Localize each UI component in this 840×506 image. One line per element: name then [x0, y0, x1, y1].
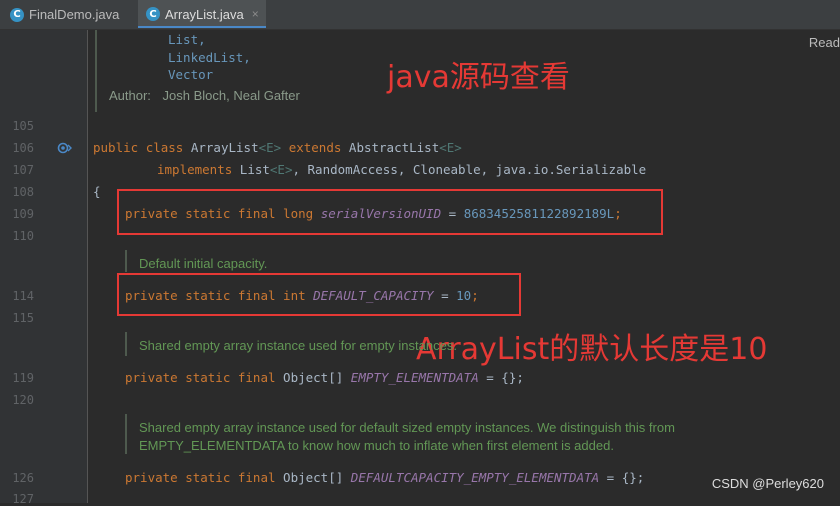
doc-default-sized-line1: Shared empty array instance used for def…: [139, 420, 675, 435]
line-number: 108: [12, 185, 34, 199]
implemented-method-icon[interactable]: [57, 141, 73, 155]
gutter-divider: [87, 30, 88, 503]
line-number: 110: [12, 229, 34, 243]
line-number: 115: [12, 311, 34, 325]
doc-comment-bar: [125, 332, 127, 356]
doc-see-vector[interactable]: Vector: [168, 67, 213, 82]
line-number: 106: [12, 141, 34, 155]
tab-label: FinalDemo.java: [29, 7, 120, 22]
watermark: CSDN @Perley620: [711, 476, 824, 491]
close-icon[interactable]: ×: [252, 7, 259, 21]
open-brace: {: [93, 184, 101, 199]
implements-clause: implements List<E>, RandomAccess, Clonea…: [157, 162, 647, 177]
doc-author: Author: Josh Bloch, Neal Gafter: [109, 88, 300, 103]
empty-elementdata-field: private static final Object[] EMPTY_ELEM…: [125, 370, 524, 385]
annotation-title: java源码查看: [387, 60, 570, 95]
highlight-box-default-capacity: [117, 273, 521, 316]
doc-comment-bar: [125, 250, 127, 272]
line-number: 114: [12, 289, 34, 303]
line-number: 109: [12, 207, 34, 221]
highlight-box-serial: [117, 189, 663, 235]
doc-default-sized-line2: EMPTY_ELEMENTDATA to know how much to in…: [139, 438, 614, 453]
line-number: 120: [12, 393, 34, 407]
doc-see-list[interactable]: List,: [168, 32, 206, 47]
line-number: 105: [12, 119, 34, 133]
line-number: 126: [12, 471, 34, 485]
doc-comment-bar: [125, 414, 127, 454]
annotation-default-length: ArrayList的默认长度是10: [416, 332, 768, 367]
java-class-icon: C: [10, 7, 24, 22]
line-number-gutter: [0, 30, 88, 503]
tab-finaldemo[interactable]: C FinalDemo.java: [10, 0, 119, 29]
line-number: 107: [12, 163, 34, 177]
doc-default-capacity: Default initial capacity.: [139, 256, 268, 271]
doc-empty-shared: Shared empty array instance used for emp…: [139, 338, 457, 353]
reader-mode-toggle[interactable]: Read: [809, 35, 840, 50]
tab-arraylist[interactable]: C ArrayList.java ×: [138, 0, 266, 28]
class-declaration: public class ArrayList<E> extends Abstra…: [93, 140, 462, 155]
doc-see-linkedlist[interactable]: LinkedList,: [168, 50, 251, 65]
line-number: 119: [12, 371, 34, 385]
defaultcapacity-empty-elementdata-field: private static final Object[] DEFAULTCAP…: [125, 470, 645, 485]
author-label: Author:: [109, 88, 151, 103]
editor-tab-bar: C FinalDemo.java C ArrayList.java ×: [0, 0, 840, 30]
line-number: 127: [12, 492, 34, 506]
doc-comment-bar: [95, 30, 97, 112]
author-value: Josh Bloch, Neal Gafter: [162, 88, 300, 103]
java-class-icon: C: [146, 7, 160, 21]
tab-label: ArrayList.java: [165, 6, 244, 22]
